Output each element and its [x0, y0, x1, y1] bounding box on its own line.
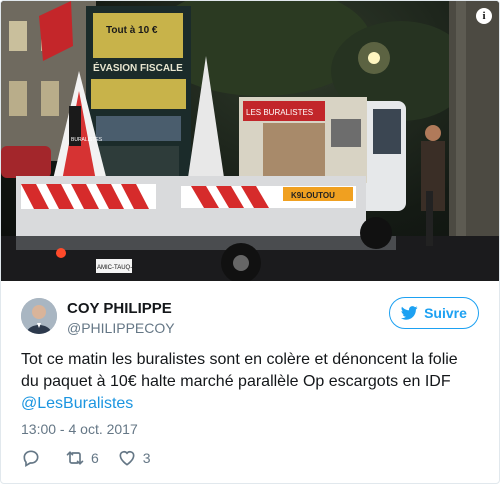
follow-label: Suivre: [424, 305, 467, 321]
follow-button[interactable]: Suivre: [389, 297, 479, 329]
rear-sign-text: BURALISTES: [71, 137, 103, 143]
retweet-icon: [66, 451, 84, 465]
truck-label-text: K9LOUTOU: [291, 191, 335, 200]
sign-top-text: Tout à 10 €: [106, 25, 158, 36]
avatar[interactable]: [21, 298, 57, 334]
like-count: 3: [142, 450, 151, 466]
reply-icon: [23, 450, 39, 467]
timestamp-link[interactable]: 13:00 - 4 oct. 2017: [21, 421, 138, 437]
like-button[interactable]: 3: [117, 448, 151, 468]
reply-button[interactable]: [21, 448, 47, 468]
retweet-count: 6: [91, 450, 99, 466]
tweet-photo[interactable]: LES BURALISTES Tout à 10 € ÉVASION FISCA…: [1, 1, 499, 281]
license-plate-text: AMIC-TAUQ-: [97, 265, 132, 271]
avatar-image: [21, 298, 57, 334]
twitter-bird-icon: [401, 306, 418, 320]
author-handle[interactable]: @PHILIPPECOY: [67, 320, 175, 336]
tweet-card: LES BURALISTES Tout à 10 € ÉVASION FISCA…: [0, 0, 500, 484]
sign-banner-text: ÉVASION FISCALE: [93, 61, 183, 74]
mention-link[interactable]: @LesBuralistes: [21, 393, 486, 415]
truck-photo-illustration: LES BURALISTES Tout à 10 € ÉVASION FISCA…: [1, 1, 499, 281]
cab-banner-text: LES BURALISTES: [246, 108, 313, 117]
tweet-text-line: du paquet à 10€ halte marché parallèle O…: [21, 373, 451, 390]
tweet-actions: 6 3: [21, 447, 169, 469]
retweet-button[interactable]: 6: [65, 448, 99, 468]
tweet-text: Tot ce matin les buralistes sont en colè…: [21, 349, 486, 415]
info-icon[interactable]: i: [476, 8, 492, 24]
heart-icon: [119, 450, 135, 466]
author-name[interactable]: COY PHILIPPE: [67, 300, 172, 317]
tweet-text-line: Tot ce matin les buralistes sont en colè…: [21, 351, 458, 368]
